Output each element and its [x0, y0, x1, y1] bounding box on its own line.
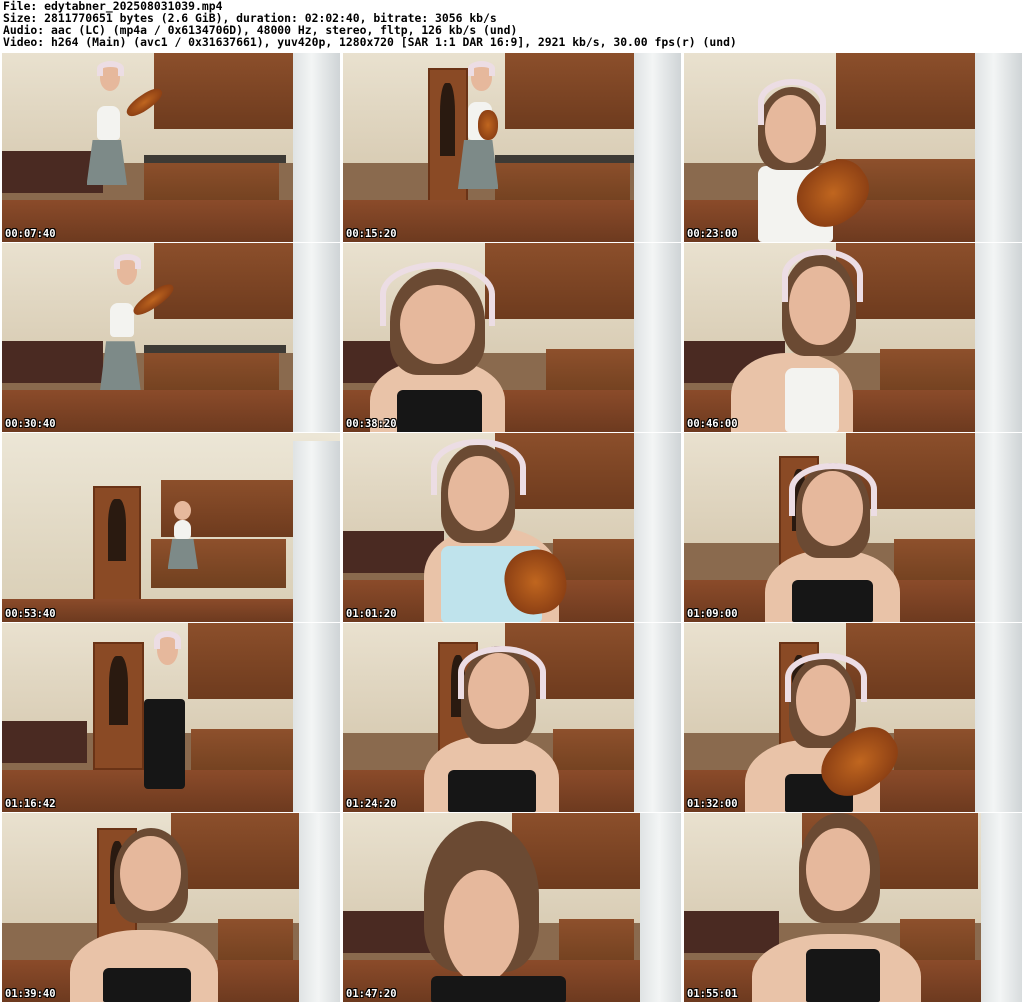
timestamp: 01:47:20: [346, 988, 397, 1000]
thumbnail[interactable]: 01:01:20: [343, 433, 681, 622]
thumbnail[interactable]: 00:53:40: [2, 433, 340, 622]
video-info-line: Video: h264 (Main) (avc1 / 0x31637661), …: [3, 35, 737, 49]
thumbnail[interactable]: 00:07:40: [2, 53, 340, 242]
timestamp: 00:07:40: [5, 228, 56, 240]
timestamp: 01:24:20: [346, 798, 397, 810]
thumbnail[interactable]: 00:23:00: [684, 53, 1022, 242]
timestamp: 00:46:00: [687, 418, 738, 430]
timestamp: 01:16:42: [5, 798, 56, 810]
thumbnail[interactable]: 00:30:40: [2, 243, 340, 432]
thumbnail[interactable]: 00:46:00: [684, 243, 1022, 432]
timestamp: 01:39:40: [5, 988, 56, 1000]
thumbnail[interactable]: 01:39:40: [2, 813, 340, 1002]
thumbnail[interactable]: 01:55:01: [684, 813, 1022, 1002]
thumbnail[interactable]: 01:47:20: [343, 813, 681, 1002]
thumbnail[interactable]: 01:24:20: [343, 623, 681, 812]
thumbnail[interactable]: 00:38:20: [343, 243, 681, 432]
timestamp: 01:55:01: [687, 988, 738, 1000]
thumbnail[interactable]: 00:15:20: [343, 53, 681, 242]
timestamp: 00:38:20: [346, 418, 397, 430]
timestamp: 00:23:00: [687, 228, 738, 240]
timestamp: 01:32:00: [687, 798, 738, 810]
info-header: File: edytabner_202508031039.mp4 Size: 2…: [0, 0, 1024, 52]
timestamp: 01:01:20: [346, 608, 397, 620]
thumbnail-grid: 00:07:40 00:15:20 00:23:00 00:30:40 00:3…: [2, 53, 1022, 1003]
timestamp: 01:09:00: [687, 608, 738, 620]
timestamp: 00:15:20: [346, 228, 397, 240]
timestamp: 00:53:40: [5, 608, 56, 620]
timestamp: 00:30:40: [5, 418, 56, 430]
thumbnail[interactable]: 01:09:00: [684, 433, 1022, 622]
thumbnail[interactable]: 01:32:00: [684, 623, 1022, 812]
thumbnail[interactable]: 01:16:42: [2, 623, 340, 812]
